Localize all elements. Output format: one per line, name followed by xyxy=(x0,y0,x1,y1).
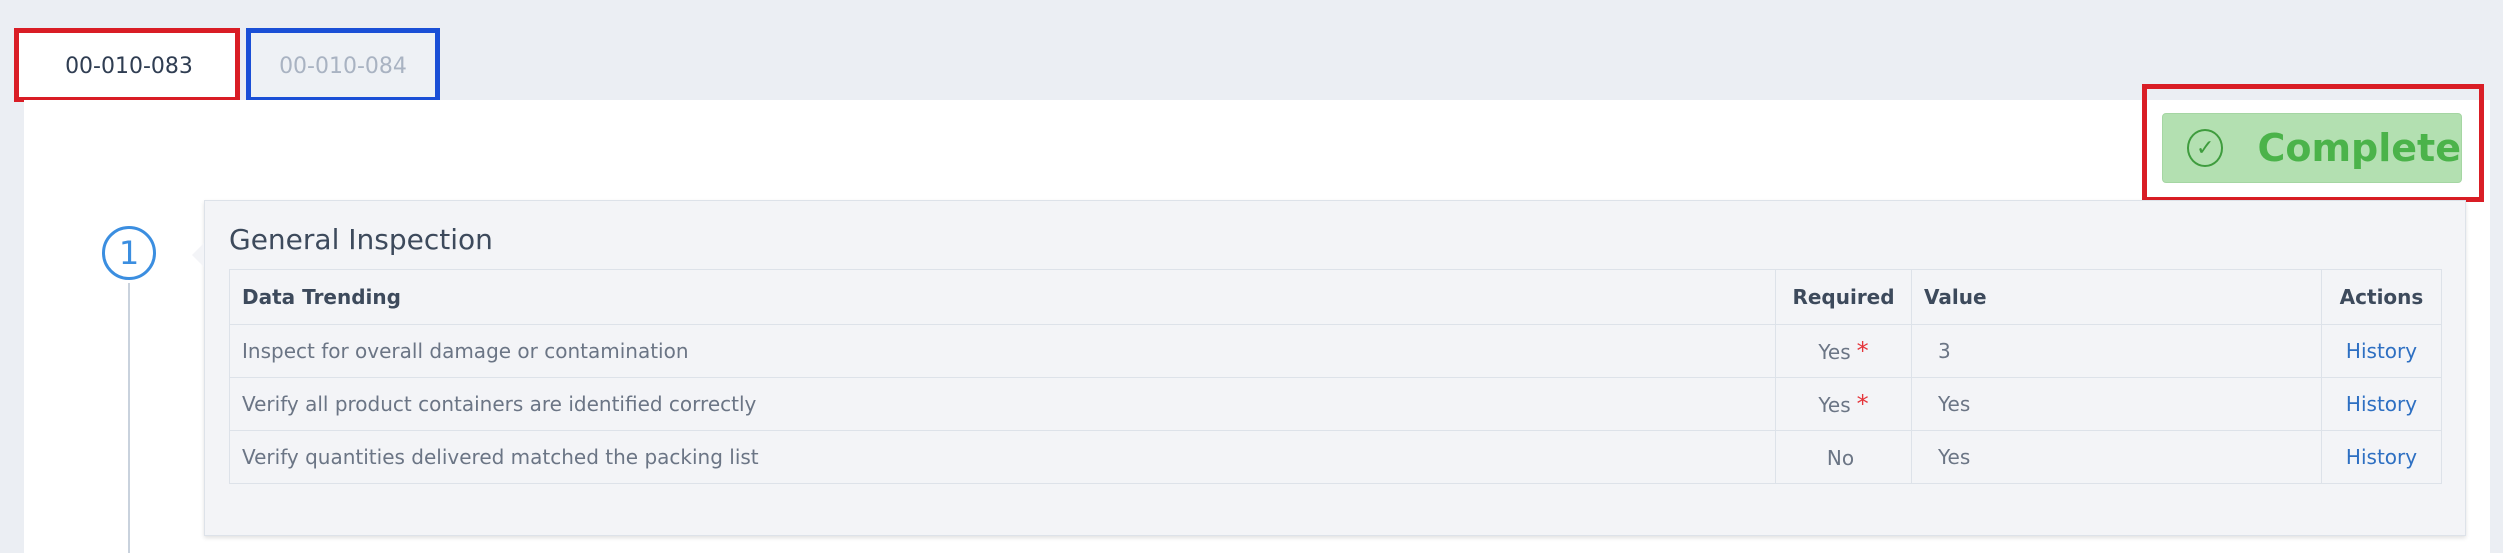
required-asterisk-icon: * xyxy=(1856,390,1869,418)
table-header-row: Data Trending Required Value Actions xyxy=(229,269,2442,325)
row-value[interactable]: Yes xyxy=(1911,377,2322,431)
section-title: General Inspection xyxy=(229,223,493,256)
step-indicator: 1 xyxy=(102,226,156,280)
row-value[interactable]: 3 xyxy=(1911,324,2322,378)
table-row: Verify all product containers are identi… xyxy=(229,377,2442,431)
history-link[interactable]: History xyxy=(2321,430,2442,484)
tab-00-010-084[interactable]: 00-010-084 xyxy=(250,32,436,100)
complete-button[interactable]: ✓ Complete xyxy=(2162,113,2462,183)
history-link[interactable]: History xyxy=(2321,324,2442,378)
complete-button-label: Complete xyxy=(2257,126,2461,170)
inspection-table: Data Trending Required Value Actions Ins… xyxy=(229,269,2442,484)
inspection-card: General Inspection Data Trending Require… xyxy=(204,200,2466,536)
row-required: Yes * xyxy=(1775,377,1912,431)
column-header-actions: Actions xyxy=(2321,269,2442,325)
row-item: Verify quantities delivered matched the … xyxy=(229,430,1776,484)
column-header-data-trending: Data Trending xyxy=(229,269,1776,325)
tab-00-010-083[interactable]: 00-010-083 xyxy=(18,32,240,100)
tab-label: 00-010-083 xyxy=(65,53,193,79)
step-connector-line xyxy=(128,283,130,553)
row-required: Yes * xyxy=(1775,324,1912,378)
table-row: Inspect for overall damage or contaminat… xyxy=(229,324,2442,378)
row-item: Inspect for overall damage or contaminat… xyxy=(229,324,1776,378)
history-link[interactable]: History xyxy=(2321,377,2442,431)
check-circle-icon: ✓ xyxy=(2187,129,2224,167)
card-pointer xyxy=(192,243,204,267)
row-value[interactable]: Yes xyxy=(1911,430,2322,484)
column-header-value: Value xyxy=(1911,269,2322,325)
column-header-required: Required xyxy=(1775,269,1912,325)
table-row: Verify quantities delivered matched the … xyxy=(229,430,2442,484)
required-asterisk-icon: * xyxy=(1856,337,1869,365)
tab-label: 00-010-084 xyxy=(279,53,407,79)
row-required: No xyxy=(1775,430,1912,484)
row-item: Verify all product containers are identi… xyxy=(229,377,1776,431)
step-number: 1 xyxy=(118,234,140,272)
